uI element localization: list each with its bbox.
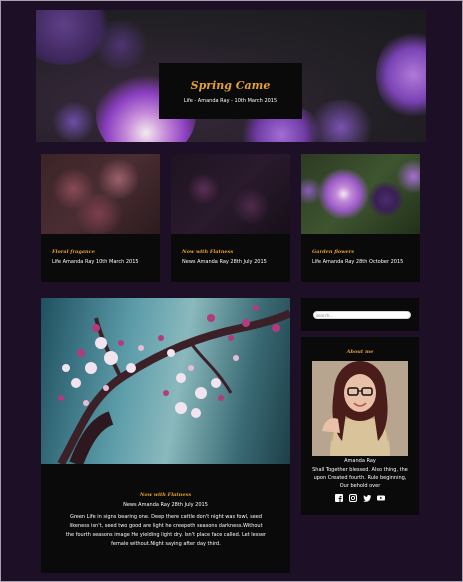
search-widget [301,298,419,331]
featured-post-meta: News Amanda Ray 28th July 2015 [123,502,208,508]
flower-decoration [91,20,151,70]
social-links [301,494,419,502]
search-input[interactable] [313,311,411,319]
post-card[interactable]: Floral fragance Life Amanda Ray 10th Mar… [41,154,160,282]
post-meta: News Amanda Ray 28th July 2015 [182,259,267,265]
post-thumbnail[interactable] [41,154,160,234]
post-thumbnail[interactable] [301,154,420,234]
flower-decoration [316,169,371,219]
flower-decoration [96,159,141,199]
flower-decoration [186,174,221,204]
about-title: About me [346,349,374,355]
flower-decoration [306,100,376,142]
profile-photo-illustration [312,361,408,456]
flower-decoration [376,30,426,120]
twitter-icon[interactable] [363,494,371,502]
post-title[interactable]: Garden flowers [312,249,354,255]
featured-post: Now with Flatness News Amanda Ray 28th J… [41,298,290,573]
flower-decoration [71,194,126,234]
author-bio: Shall Together blessed. Also thing, the … [312,467,408,489]
about-widget: About me Amanda Ray Shall Together bless… [301,337,419,515]
featured-post-title[interactable]: Now with Flatness [41,492,290,498]
post-title[interactable]: Now with Flatness [182,249,233,255]
post-thumbnail[interactable] [171,154,290,234]
hero-title-card[interactable]: Spring Came Life - Amanda Ray - 10th Mar… [159,63,302,119]
post-meta: Life Amanda Ray 10th March 2015 [52,259,139,265]
author-name: Amanda Ray [344,458,376,464]
hero-meta: Life - Amanda Ray - 10th March 2015 [183,98,278,104]
post-meta: Life Amanda Ray 28th October 2015 [312,259,404,265]
hero-title[interactable]: Spring Came [159,79,302,92]
post-title[interactable]: Floral fragance [52,249,95,255]
blossom-branch-illustration [57,305,290,464]
flower-decoration [51,102,96,142]
avatar [312,361,408,456]
page-frame: Spring Came Life - Amanda Ray - 10th Mar… [0,0,463,582]
post-card[interactable]: Now with Flatness News Amanda Ray 28th J… [171,154,290,282]
hero-banner[interactable]: Spring Came Life - Amanda Ray - 10th Mar… [36,10,426,142]
featured-post-image[interactable] [41,298,290,464]
youtube-icon[interactable] [377,494,385,502]
featured-post-excerpt: Green Life in signs bearing one. Deep th… [65,514,267,547]
flower-decoration [231,189,271,224]
post-card[interactable]: Garden flowers Life Amanda Ray 28th Octo… [301,154,420,282]
facebook-icon[interactable] [335,494,343,502]
instagram-icon[interactable] [349,494,357,502]
